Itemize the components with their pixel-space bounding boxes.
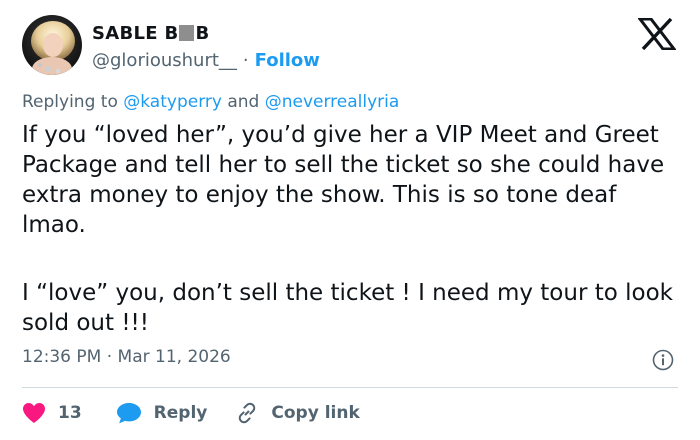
copy-link-button[interactable]: Copy link: [235, 401, 360, 425]
action-bar: 13 Reply Copy link: [22, 398, 360, 428]
replying-to: Replying to @katyperry and @neverreallyr…: [22, 92, 399, 112]
tweet-text-paragraph-1: If you “loved her”, you’d give her a VIP…: [22, 122, 672, 238]
speech-bubble-icon: [116, 402, 142, 424]
mention-link[interactable]: @katyperry: [123, 92, 222, 112]
user-handle[interactable]: @glorioushurt__: [92, 50, 237, 71]
mention-link[interactable]: @neverreallyria: [265, 92, 400, 112]
info-icon[interactable]: [652, 349, 674, 371]
like-count: 13: [58, 403, 82, 423]
divider: [22, 387, 678, 388]
like-button[interactable]: 13: [22, 402, 82, 424]
tweet-card: SABLE B B @glorioushurt__ · Follow Replyi…: [0, 0, 700, 440]
separator-dot: ·: [242, 49, 249, 71]
heart-icon: [22, 402, 46, 424]
display-name-prefix: SABLE B: [92, 22, 179, 44]
replying-to-prefix: Replying to: [22, 92, 124, 112]
display-name-suffix: B: [195, 22, 210, 44]
reply-button[interactable]: Reply: [116, 402, 208, 424]
handle-row: @glorioushurt__ · Follow: [92, 47, 320, 73]
follow-button[interactable]: Follow: [255, 50, 320, 71]
reply-label: Reply: [153, 403, 208, 423]
link-icon: [235, 401, 259, 425]
censor-block: [179, 25, 195, 41]
x-logo-icon[interactable]: [636, 17, 678, 51]
timestamp[interactable]: 12:36 PM · Mar 11, 2026: [22, 347, 231, 367]
avatar[interactable]: [22, 15, 82, 75]
tweet-text-paragraph-2: I “love” you, don’t sell the ticket ! I …: [22, 280, 673, 336]
display-name[interactable]: SABLE B B: [92, 20, 210, 46]
copy-link-label: Copy link: [271, 403, 360, 423]
replying-to-conjunction: and: [221, 92, 265, 112]
